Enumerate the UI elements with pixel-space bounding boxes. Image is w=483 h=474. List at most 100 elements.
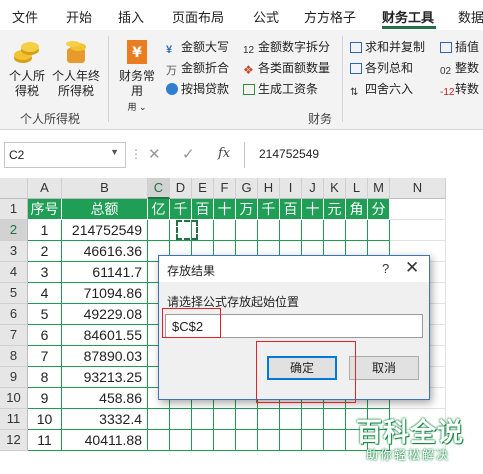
cell-no[interactable]: 9 <box>28 388 62 409</box>
empty-cell[interactable] <box>302 409 324 430</box>
row-header[interactable]: 6 <box>0 304 28 325</box>
empty-cell[interactable] <box>390 220 446 241</box>
insert-function-icon[interactable]: fx <box>218 146 230 161</box>
empty-cell[interactable] <box>148 430 170 451</box>
empty-cell[interactable] <box>258 220 280 241</box>
empty-cell[interactable] <box>148 409 170 430</box>
col-sum-button[interactable]: 各列总和 <box>350 59 413 77</box>
empty-cell[interactable] <box>170 409 192 430</box>
cell-no[interactable]: 1 <box>28 220 62 241</box>
row-header[interactable]: 3 <box>0 241 28 262</box>
column-header-h[interactable]: H <box>258 178 280 199</box>
mortgage-button[interactable]: 按揭贷款 <box>166 80 229 98</box>
column-header-e[interactable]: E <box>192 178 214 199</box>
header-cell-amount[interactable]: 总额 <box>62 199 148 220</box>
column-header-m[interactable]: M <box>368 178 390 199</box>
cancel-entry-icon[interactable]: ✕ <box>148 145 161 163</box>
cell-no[interactable]: 4 <box>28 283 62 304</box>
cell-amount[interactable]: 458.86 <box>62 388 148 409</box>
empty-cell[interactable] <box>192 409 214 430</box>
amount-convert-button[interactable]: 万金额折合 <box>166 59 229 77</box>
empty-cell[interactable] <box>324 220 346 241</box>
formula-input[interactable]: 214752549 <box>244 142 483 168</box>
cell-amount[interactable]: 46616.36 <box>62 241 148 262</box>
empty-cell[interactable] <box>258 430 280 451</box>
cell-amount[interactable]: 3332.4 <box>62 409 148 430</box>
help-icon[interactable]: ? <box>382 261 389 276</box>
empty-cell[interactable] <box>214 430 236 451</box>
cell-amount[interactable]: 214752549 <box>62 220 148 241</box>
cell-amount[interactable]: 84601.55 <box>62 325 148 346</box>
cell-no[interactable]: 7 <box>28 346 62 367</box>
cell-no[interactable]: 10 <box>28 409 62 430</box>
row-header[interactable]: 1 <box>0 199 28 220</box>
cell-amount[interactable]: 93213.25 <box>62 367 148 388</box>
column-header-b[interactable]: B <box>62 178 148 199</box>
header-cell-digit[interactable]: 千 <box>258 199 280 220</box>
row-header[interactable]: 12 <box>0 430 28 451</box>
cell-no[interactable]: 3 <box>28 262 62 283</box>
row-header[interactable]: 5 <box>0 283 28 304</box>
header-cell-digit[interactable]: 百 <box>280 199 302 220</box>
annual-bonus-tax-button[interactable]: 个人年终所得税 <box>50 38 102 99</box>
row-header[interactable]: 9 <box>0 367 28 388</box>
cell-amount[interactable]: 71094.86 <box>62 283 148 304</box>
row-header[interactable]: 7 <box>0 325 28 346</box>
tab-home[interactable]: 开始 <box>66 7 92 26</box>
chevron-down-icon[interactable]: ▼ <box>110 147 119 157</box>
column-header-l[interactable]: L <box>346 178 368 199</box>
empty-cell[interactable] <box>148 220 170 241</box>
empty-cell[interactable] <box>236 409 258 430</box>
empty-cell[interactable] <box>192 220 214 241</box>
cell-no[interactable]: 5 <box>28 304 62 325</box>
header-cell-no[interactable]: 序号 <box>28 199 62 220</box>
cell-no[interactable]: 8 <box>28 367 62 388</box>
finance-common-button[interactable]: ¥ 财务常用 用 ⌄ <box>114 38 160 115</box>
header-cell-digit[interactable]: 亿 <box>148 199 170 220</box>
tab-finance-tools[interactable]: 财务工具 <box>382 7 434 26</box>
to-int-button[interactable]: 02 整数 <box>440 59 479 77</box>
tab-fangfang-gezi[interactable]: 方方格子 <box>304 7 356 26</box>
column-header-f[interactable]: F <box>214 178 236 199</box>
header-cell-digit[interactable]: 万 <box>236 199 258 220</box>
empty-cell[interactable] <box>302 430 324 451</box>
empty-cell[interactable] <box>236 430 258 451</box>
interp-button[interactable]: 插值 <box>440 38 479 56</box>
empty-cell[interactable] <box>192 430 214 451</box>
column-header-j[interactable]: J <box>302 178 324 199</box>
sum-and-copy-button[interactable]: 求和并复制 <box>350 38 425 56</box>
header-cell-digit[interactable]: 元 <box>324 199 346 220</box>
cell-amount[interactable]: 49229.08 <box>62 304 148 325</box>
row-header[interactable]: 8 <box>0 346 28 367</box>
row-header[interactable]: 4 <box>0 262 28 283</box>
empty-cell[interactable] <box>258 409 280 430</box>
tab-insert[interactable]: 插入 <box>118 7 144 26</box>
name-box[interactable]: C2 ▼ <box>4 142 126 168</box>
tab-file[interactable]: 文件 <box>12 7 38 26</box>
empty-cell[interactable] <box>390 199 446 220</box>
header-cell-digit[interactable]: 百 <box>192 199 214 220</box>
column-header-a[interactable]: A <box>28 178 62 199</box>
cell-no[interactable]: 11 <box>28 430 62 451</box>
cell-amount[interactable]: 61141.7 <box>62 262 148 283</box>
close-icon[interactable]: ✕ <box>405 258 419 278</box>
amount-digit-split-button[interactable]: 12 金额数字拆分 <box>243 38 330 56</box>
round-45-button[interactable]: ⇅ 四舍六入 <box>350 80 413 98</box>
column-header-c[interactable]: C <box>148 178 170 199</box>
column-header-n[interactable]: N <box>390 178 446 199</box>
empty-cell[interactable] <box>280 220 302 241</box>
empty-cell[interactable] <box>368 220 390 241</box>
confirm-entry-icon[interactable]: ✓ <box>182 145 195 163</box>
empty-cell[interactable] <box>170 220 192 241</box>
select-all-corner[interactable] <box>0 178 28 199</box>
empty-cell[interactable] <box>280 430 302 451</box>
row-header[interactable]: 10 <box>0 388 28 409</box>
empty-cell[interactable] <box>346 220 368 241</box>
row-header[interactable]: 2 <box>0 220 28 241</box>
empty-cell[interactable] <box>170 430 192 451</box>
gen-salary-button[interactable]: 生成工资条 <box>243 80 318 98</box>
empty-cell[interactable] <box>214 409 236 430</box>
header-cell-digit[interactable]: 分 <box>368 199 390 220</box>
cell-no[interactable]: 6 <box>28 325 62 346</box>
tab-data[interactable]: 数据 <box>458 7 483 26</box>
